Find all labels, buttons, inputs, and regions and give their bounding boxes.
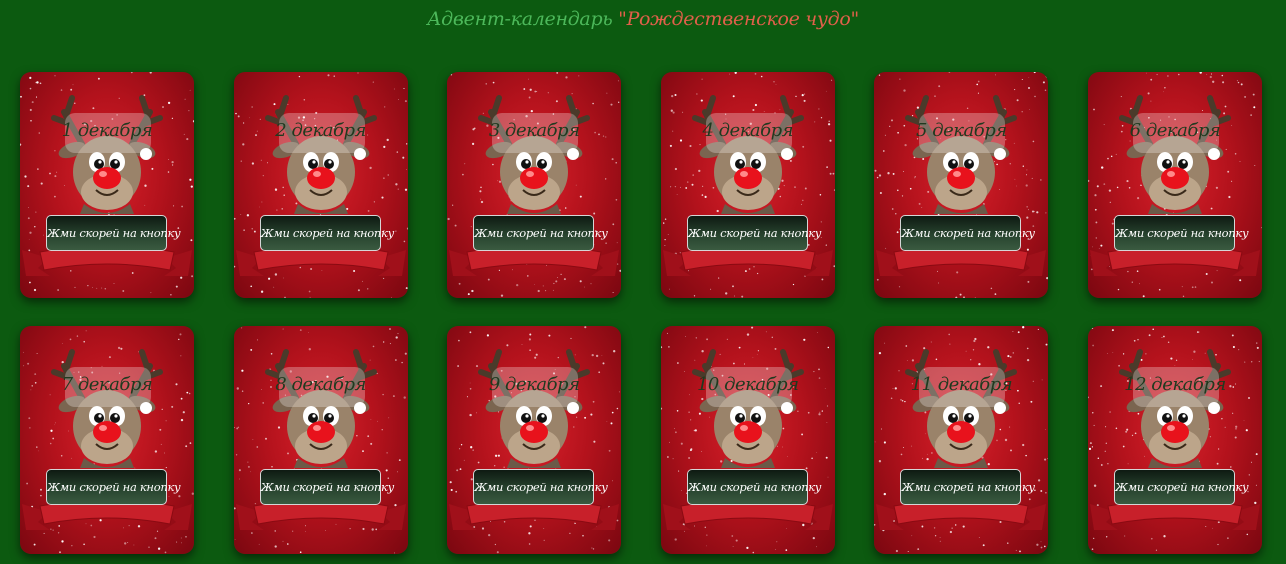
reindeer-icon — [235, 95, 406, 276]
page-title-part1: Адвент-календарь — [427, 8, 619, 30]
calendar-card[interactable]: 8 декабря Жми скорей на кнопку — [233, 326, 408, 554]
calendar-card[interactable]: 11 декабря Жми скорей на кнопку — [874, 326, 1049, 554]
open-day-button[interactable]: Жми скорей на кнопку — [686, 215, 821, 251]
open-day-button[interactable]: Жми скорей на кнопку — [900, 215, 1035, 251]
reindeer-icon — [662, 349, 833, 530]
card-date: 3 декабря — [488, 120, 580, 141]
calendar-card[interactable]: 3 декабря Жми скорей на кнопку — [447, 72, 622, 298]
calendar-card[interactable]: 10 декабря Жми скорей на кнопку — [660, 326, 835, 554]
calendar-grid: 1 декабря Жми скорей на кнопку 2 декабря Ж… — [20, 72, 1262, 554]
open-day-button[interactable]: Жми скорей на кнопку — [259, 215, 394, 251]
open-day-button[interactable]: Жми скорей на кнопку — [259, 469, 394, 505]
reindeer-icon — [22, 95, 192, 276]
reindeer-icon — [1089, 95, 1260, 276]
reindeer-icon — [876, 349, 1047, 530]
card-date: 12 декабря — [1124, 374, 1226, 395]
card-date: 11 декабря — [910, 374, 1013, 395]
card-date: 4 декабря — [702, 120, 794, 141]
page-title: Адвент-календарь "Рождественское чудо" — [0, 8, 1286, 30]
open-day-button[interactable]: Жми скорей на кнопку — [473, 215, 608, 251]
calendar-card[interactable]: 7 декабря Жми скорей на кнопку — [20, 326, 194, 554]
card-date: 10 декабря — [696, 374, 799, 395]
card-date: 1 декабря — [61, 120, 153, 141]
reindeer-icon — [235, 349, 406, 530]
open-day-button[interactable]: Жми скорей на кнопку — [46, 215, 181, 251]
card-date: 6 декабря — [1129, 120, 1221, 141]
open-day-button[interactable]: Жми скорей на кнопку — [1113, 469, 1249, 505]
open-day-button[interactable]: Жми скорей на кнопку — [46, 469, 181, 505]
calendar-card[interactable]: 5 декабря Жми скорей на кнопку — [874, 72, 1049, 298]
reindeer-icon — [1089, 349, 1260, 530]
calendar-card[interactable]: 9 декабря Жми скорей на кнопку — [447, 326, 622, 554]
card-date: 2 декабря — [275, 120, 366, 141]
open-day-button[interactable]: Жми скорей на кнопку — [900, 469, 1035, 505]
open-day-button[interactable]: Жми скорей на кнопку — [1113, 215, 1249, 251]
calendar-card[interactable]: 12 декабря Жми скорей на кнопку — [1087, 326, 1262, 554]
calendar-card[interactable]: 6 декабря Жми скорей на кнопку — [1087, 72, 1262, 298]
reindeer-icon — [22, 349, 192, 530]
reindeer-icon — [449, 95, 620, 276]
calendar-card[interactable]: 4 декабря Жми скорей на кнопку — [660, 72, 835, 298]
page-title-part2: "Рождественское чудо" — [618, 8, 859, 30]
card-date: 8 декабря — [275, 374, 366, 395]
reindeer-icon — [662, 95, 833, 276]
card-date: 9 декабря — [488, 374, 580, 395]
reindeer-icon — [876, 95, 1047, 276]
calendar-card[interactable]: 1 декабря Жми скорей на кнопку — [20, 72, 194, 298]
reindeer-icon — [449, 349, 620, 530]
card-date: 7 декабря — [61, 374, 153, 395]
open-day-button[interactable]: Жми скорей на кнопку — [473, 469, 608, 505]
calendar-card[interactable]: 2 декабря Жми скорей на кнопку — [233, 72, 408, 298]
open-day-button[interactable]: Жми скорей на кнопку — [686, 469, 821, 505]
card-date: 5 декабря — [916, 120, 1007, 141]
